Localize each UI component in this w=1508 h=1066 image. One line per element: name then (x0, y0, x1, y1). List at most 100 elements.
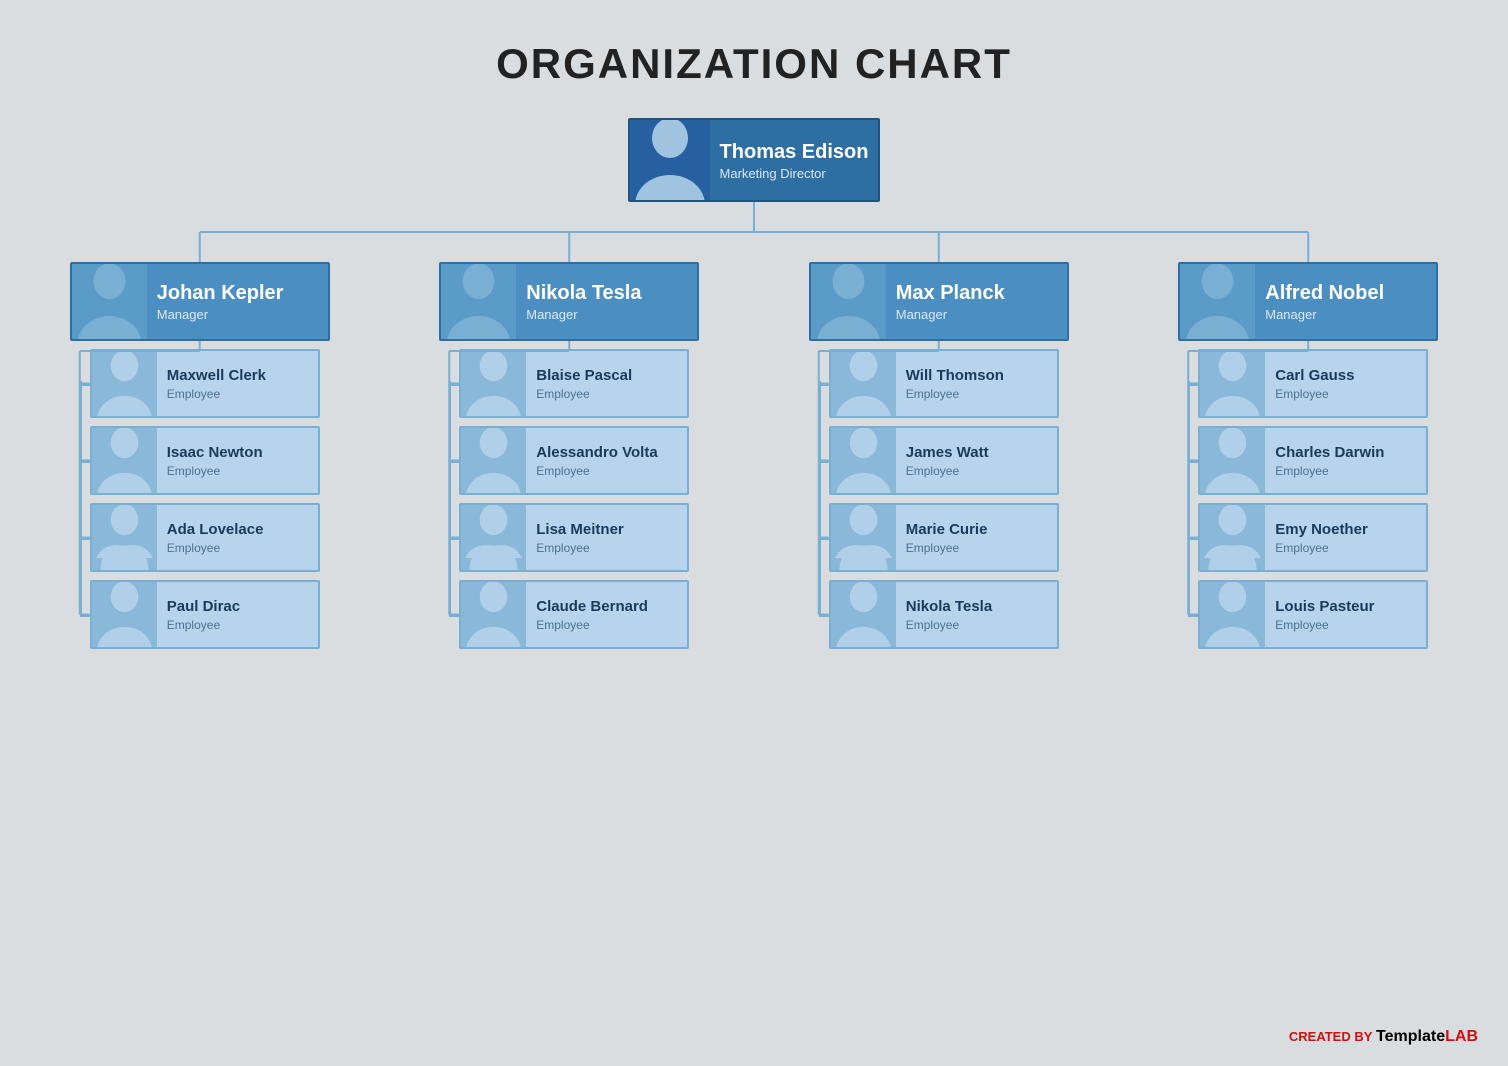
employee-info-0-1: Isaac Newton Employee (157, 438, 318, 484)
employee-title-0-3: Employee (167, 618, 308, 632)
col-0: Johan Kepler Manager Maxwell Clerk Emplo… (20, 262, 380, 649)
employee-avatar-3-1 (1200, 428, 1265, 493)
employee-name-0-3: Paul Dirac (167, 598, 308, 616)
employee-avatar-1-0 (461, 351, 526, 416)
employee-item-2-2: Marie Curie Employee (829, 503, 1059, 572)
employee-card-0-3: Paul Dirac Employee (90, 580, 320, 649)
employee-name-3-3: Louis Pasteur (1275, 598, 1416, 616)
director-info: Thomas Edison Marketing Director (710, 134, 879, 187)
employee-name-1-1: Alessandro Volta (536, 444, 677, 462)
director-card: Thomas Edison Marketing Director (628, 118, 881, 202)
employee-avatar-1-1 (461, 428, 526, 493)
director-to-manager-lines (20, 202, 1488, 262)
employee-card-1-3: Claude Bernard Employee (459, 580, 689, 649)
employee-info-3-3: Louis Pasteur Employee (1265, 592, 1426, 638)
employee-list-1: Blaise Pascal Employee Alessandro Volta … (449, 349, 689, 649)
employee-item-0-2: Ada Lovelace Employee (90, 503, 320, 572)
employee-avatar-0-0 (92, 351, 157, 416)
employee-card-2-1: James Watt Employee (829, 426, 1059, 495)
manager-avatar-1 (441, 264, 516, 339)
manager-card-0: Johan Kepler Manager (70, 262, 330, 341)
employee-item-3-0: Carl Gauss Employee (1198, 349, 1428, 418)
employee-title-2-3: Employee (906, 618, 1047, 632)
employee-info-2-0: Will Thomson Employee (896, 361, 1057, 407)
employee-title-1-1: Employee (536, 464, 677, 478)
employee-name-1-2: Lisa Meitner (536, 521, 677, 539)
employee-name-2-1: James Watt (906, 444, 1047, 462)
manager-card-1: Nikola Tesla Manager (439, 262, 699, 341)
employee-card-3-1: Charles Darwin Employee (1198, 426, 1428, 495)
employee-list-3: Carl Gauss Employee Charles Darwin Emplo… (1188, 349, 1428, 649)
employee-info-0-3: Paul Dirac Employee (157, 592, 318, 638)
col-1: Nikola Tesla Manager Blaise Pascal Emplo… (390, 262, 750, 649)
employee-title-1-3: Employee (536, 618, 677, 632)
employee-item-2-3: Nikola Tesla Employee (829, 580, 1059, 649)
connector-space-1 (20, 202, 1488, 262)
employee-name-2-0: Will Thomson (906, 367, 1047, 385)
employee-card-1-2: Lisa Meitner Employee (459, 503, 689, 572)
director-row: Thomas Edison Marketing Director (628, 118, 881, 202)
employee-info-3-0: Carl Gauss Employee (1265, 361, 1426, 407)
employee-name-0-0: Maxwell Clerk (167, 367, 308, 385)
employee-card-0-2: Ada Lovelace Employee (90, 503, 320, 572)
employee-title-3-3: Employee (1275, 618, 1416, 632)
manager-info-1: Nikola Tesla Manager (516, 275, 697, 328)
employee-item-0-0: Maxwell Clerk Employee (90, 349, 320, 418)
manager-title-1: Manager (526, 307, 687, 322)
employee-title-1-2: Employee (536, 541, 677, 555)
employee-title-3-2: Employee (1275, 541, 1416, 555)
director-avatar (630, 120, 710, 200)
manager-name-3: Alfred Nobel (1265, 281, 1426, 305)
col-3: Alfred Nobel Manager Carl Gauss Employee (1129, 262, 1489, 649)
manager-avatar-3 (1180, 264, 1255, 339)
employee-avatar-2-3 (831, 582, 896, 647)
employee-item-2-0: Will Thomson Employee (829, 349, 1059, 418)
employee-name-3-2: Emy Noether (1275, 521, 1416, 539)
employee-card-0-1: Isaac Newton Employee (90, 426, 320, 495)
employee-name-2-3: Nikola Tesla (906, 598, 1047, 616)
employee-title-0-0: Employee (167, 387, 308, 401)
manager-card-2: Max Planck Manager (809, 262, 1069, 341)
employee-name-3-1: Charles Darwin (1275, 444, 1416, 462)
employee-avatar-2-1 (831, 428, 896, 493)
employee-title-2-1: Employee (906, 464, 1047, 478)
employee-info-3-1: Charles Darwin Employee (1265, 438, 1426, 484)
columns-wrap: Johan Kepler Manager Maxwell Clerk Emplo… (20, 262, 1488, 649)
employee-card-2-0: Will Thomson Employee (829, 349, 1059, 418)
manager-avatar-2 (811, 264, 886, 339)
employee-item-2-1: James Watt Employee (829, 426, 1059, 495)
employee-card-3-0: Carl Gauss Employee (1198, 349, 1428, 418)
manager-card-3: Alfred Nobel Manager (1178, 262, 1438, 341)
employee-name-2-2: Marie Curie (906, 521, 1047, 539)
employee-info-1-0: Blaise Pascal Employee (526, 361, 687, 407)
employee-list-2: Will Thomson Employee James Watt Employe… (819, 349, 1059, 649)
chart-title: ORGANIZATION CHART (496, 40, 1012, 88)
employee-avatar-3-2 (1200, 505, 1265, 570)
employee-title-2-0: Employee (906, 387, 1047, 401)
employee-avatar-0-1 (92, 428, 157, 493)
employee-title-0-1: Employee (167, 464, 308, 478)
employee-info-3-2: Emy Noether Employee (1265, 515, 1426, 561)
employee-card-2-2: Marie Curie Employee (829, 503, 1059, 572)
employee-item-1-3: Claude Bernard Employee (459, 580, 689, 649)
employee-item-1-2: Lisa Meitner Employee (459, 503, 689, 572)
employee-info-0-2: Ada Lovelace Employee (157, 515, 318, 561)
manager-title-0: Manager (157, 307, 318, 322)
employee-info-0-0: Maxwell Clerk Employee (157, 361, 318, 407)
employee-title-1-0: Employee (536, 387, 677, 401)
employee-card-1-0: Blaise Pascal Employee (459, 349, 689, 418)
employee-item-0-1: Isaac Newton Employee (90, 426, 320, 495)
employee-title-2-2: Employee (906, 541, 1047, 555)
employee-card-2-3: Nikola Tesla Employee (829, 580, 1059, 649)
employee-avatar-3-3 (1200, 582, 1265, 647)
employee-avatar-2-0 (831, 351, 896, 416)
employee-avatar-0-3 (92, 582, 157, 647)
manager-title-2: Manager (896, 307, 1057, 322)
employee-avatar-3-0 (1200, 351, 1265, 416)
employee-info-2-3: Nikola Tesla Employee (896, 592, 1057, 638)
employee-item-3-2: Emy Noether Employee (1198, 503, 1428, 572)
manager-info-3: Alfred Nobel Manager (1255, 275, 1436, 328)
manager-name-0: Johan Kepler (157, 281, 318, 305)
employee-item-0-3: Paul Dirac Employee (90, 580, 320, 649)
director-name: Thomas Edison (720, 140, 869, 164)
